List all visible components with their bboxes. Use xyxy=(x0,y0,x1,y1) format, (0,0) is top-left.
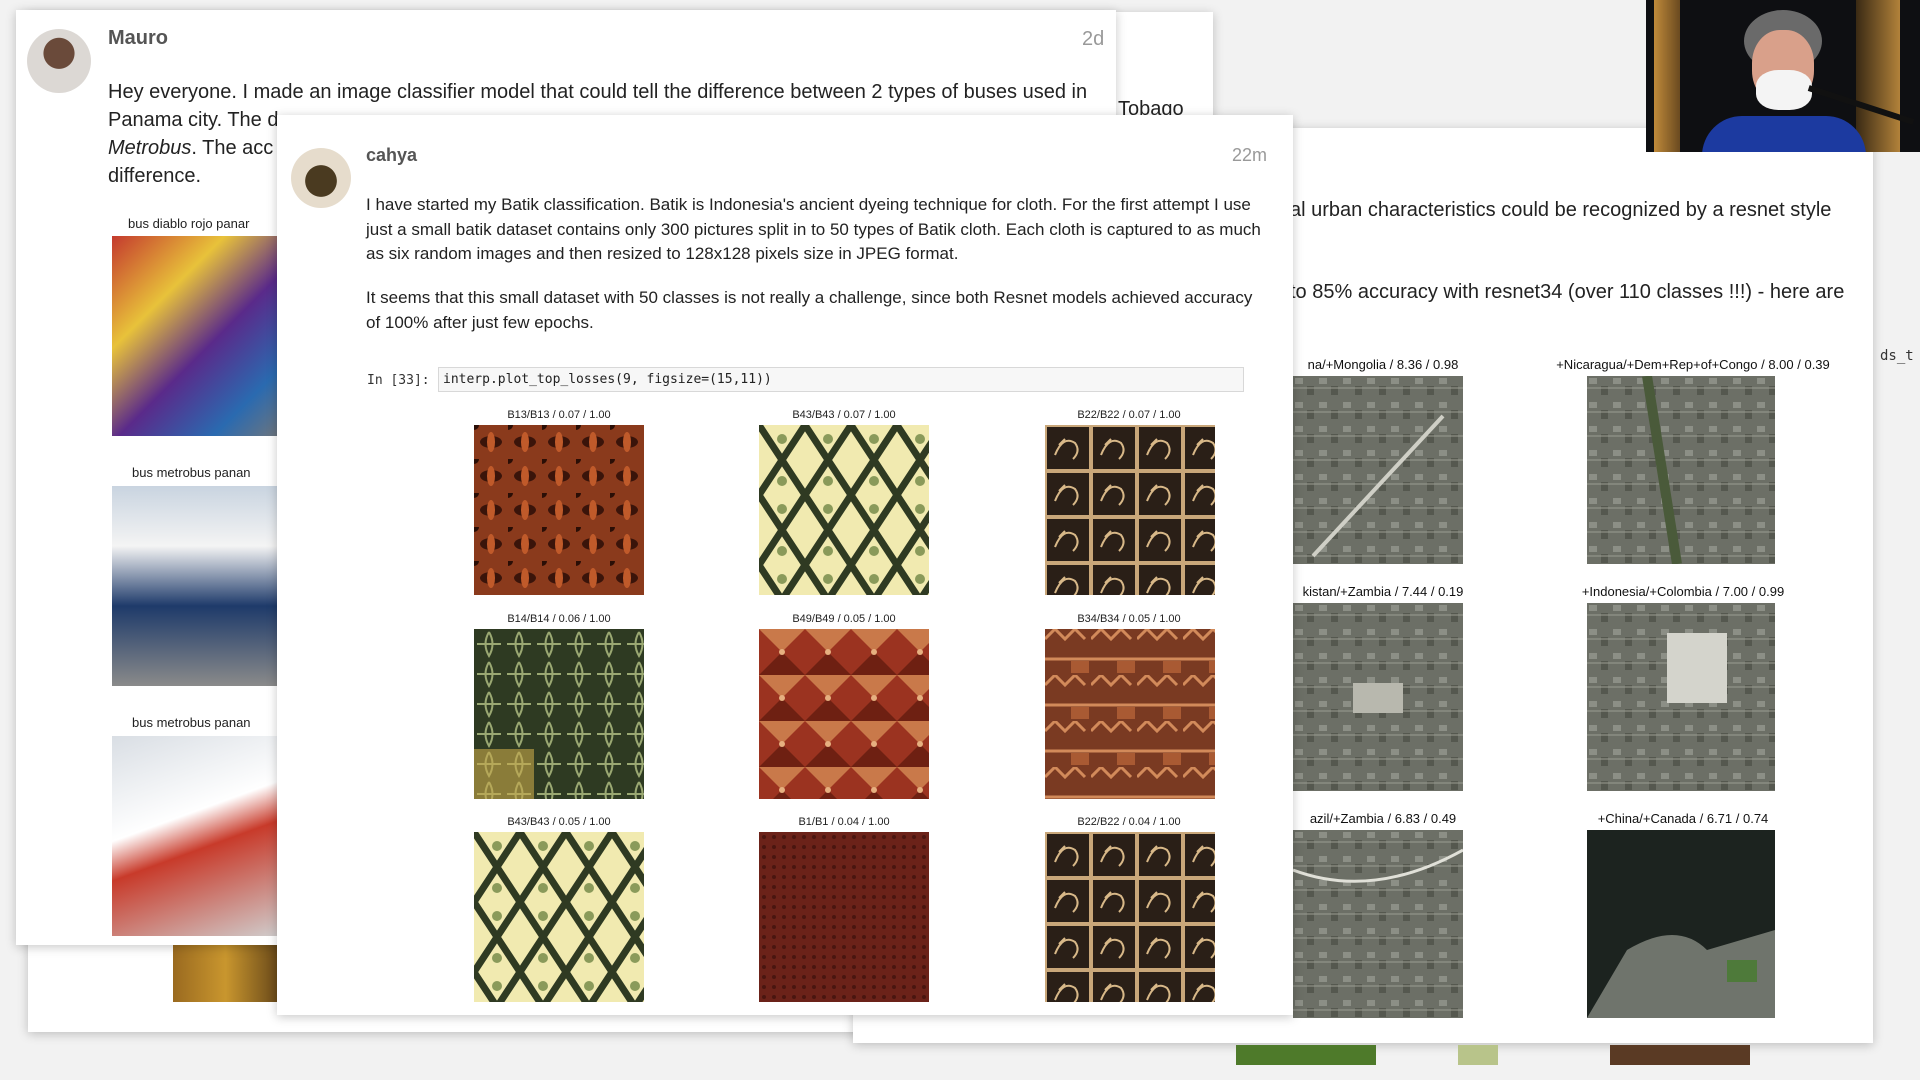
batik-image xyxy=(1045,425,1215,595)
bus-caption: bus metrobus panan xyxy=(132,465,251,480)
satellite-caption: +Indonesia/+Colombia / 7.00 / 0.99 xyxy=(1581,584,1785,599)
bus-image xyxy=(112,736,288,936)
cahya-paragraph-1: I have started my Batik classification. … xyxy=(366,195,1261,264)
batik-image xyxy=(474,832,644,1002)
tile-label: B49/B49 / 0.05 / 1.00 xyxy=(792,613,896,625)
batik-image xyxy=(1045,629,1215,799)
satellite-image xyxy=(1293,603,1463,791)
mauro-line3-italic: Metrobus xyxy=(108,137,192,159)
batik-image xyxy=(759,629,929,799)
food-image-fragment xyxy=(1458,1045,1498,1065)
webcam-door-light xyxy=(1856,0,1900,152)
satellite-caption: kistan/+Zambia / 7.44 / 0.19 xyxy=(1302,584,1464,599)
post-author[interactable]: cahya xyxy=(366,145,417,166)
bus-image xyxy=(112,236,288,436)
food-image-fragment xyxy=(1236,1045,1376,1065)
satellite-image xyxy=(1587,376,1775,564)
satellite-caption: +Nicaragua/+Dem+Rep+of+Congo / 8.00 / 0.… xyxy=(1556,357,1830,372)
avatar xyxy=(27,29,91,93)
code-fragment: ds_t xyxy=(1880,348,1914,364)
bus-caption: bus metrobus panan xyxy=(132,715,251,730)
batik-image xyxy=(759,832,929,1002)
tile-label: B22/B22 / 0.07 / 1.00 xyxy=(1077,409,1181,421)
tile-label: B1/B1 / 0.04 / 1.00 xyxy=(798,816,890,828)
batik-image xyxy=(474,425,644,595)
satellite-image xyxy=(1293,830,1463,1018)
mauro-post-line3: Metrobus. The acc xyxy=(108,134,273,163)
post-time[interactable]: 22m xyxy=(1232,145,1267,166)
post-time[interactable]: 2d xyxy=(1082,28,1104,51)
mauro-post-line4: difference. xyxy=(108,165,202,187)
cahya-post-card: cahya 22m I have started my Batik classi… xyxy=(277,115,1293,1015)
mauro-post-line2: Panama city. The d xyxy=(108,106,278,135)
satellite-image xyxy=(1293,376,1463,564)
satellite-caption: na/+Mongolia / 8.36 / 0.98 xyxy=(1307,357,1459,372)
satellite-image xyxy=(1587,830,1775,1018)
presenter-shirt xyxy=(1702,116,1866,152)
food-image-fragment xyxy=(1610,1045,1750,1065)
cahya-paragraph-2: It seems that this small dataset with 50… xyxy=(366,288,1253,332)
tile-label: B43/B43 / 0.05 / 1.00 xyxy=(507,816,611,828)
bus-caption: bus diablo rojo panar xyxy=(128,216,250,231)
batik-image xyxy=(1045,832,1215,1002)
urban-post-line1: al urban characteristics could be recogn… xyxy=(1290,199,1832,221)
urban-post-line2: to 85% accuracy with resnet34 (over 110 … xyxy=(1290,281,1845,303)
mauro-line2-start: Panama city. The xyxy=(108,109,268,131)
post-author[interactable]: Mauro xyxy=(108,27,168,50)
tile-label: B43/B43 / 0.07 / 1.00 xyxy=(792,409,896,421)
tile-label: B22/B22 / 0.04 / 1.00 xyxy=(1077,816,1181,828)
code-cell[interactable]: interp.plot_top_losses(9, figsize=(15,11… xyxy=(438,367,1244,392)
avatar xyxy=(291,148,351,208)
tile-label: B14/B14 / 0.06 / 1.00 xyxy=(507,613,611,625)
mauro-post-line1: Hey everyone. I made an image classifier… xyxy=(108,81,1088,103)
webcam-door-light xyxy=(1654,0,1680,152)
code-prompt: In [33]: xyxy=(367,373,430,388)
batik-image xyxy=(474,629,644,799)
satellite-caption: +China/+Canada / 6.71 / 0.74 xyxy=(1597,811,1769,826)
background-food-image xyxy=(173,942,278,1002)
presenter-mask xyxy=(1756,70,1812,110)
satellite-caption: azil/+Zambia / 6.83 / 0.49 xyxy=(1309,811,1457,826)
batik-image xyxy=(759,425,929,595)
bus-image xyxy=(112,486,288,686)
presenter-webcam xyxy=(1646,0,1920,152)
tile-label: B34/B34 / 0.05 / 1.00 xyxy=(1077,613,1181,625)
mauro-line3-rest: . The acc xyxy=(191,137,274,159)
tile-label: B13/B13 / 0.07 / 1.00 xyxy=(507,409,611,421)
satellite-image xyxy=(1587,603,1775,791)
